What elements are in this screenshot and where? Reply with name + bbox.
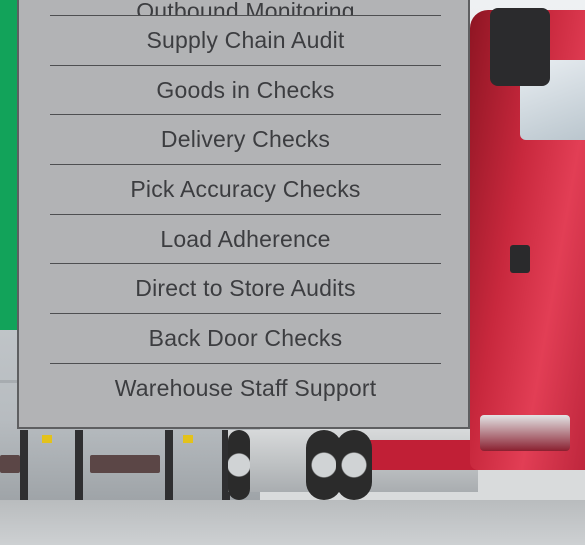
truck-wheel [228, 430, 250, 500]
door-handle [510, 245, 530, 273]
menu-list: Outbound Monitoring Supply Chain Audit G… [50, 0, 441, 413]
dock-sign [42, 435, 52, 443]
menu-item-label: Goods in Checks [156, 76, 335, 103]
trailer-red-panel [360, 440, 480, 470]
menu-item-label: Supply Chain Audit [146, 26, 345, 53]
dock-post [75, 430, 83, 500]
menu-item-warehouse-staff-support[interactable]: Warehouse Staff Support [50, 362, 441, 413]
dock-post [165, 430, 173, 500]
menu-item-outbound-monitoring[interactable]: Outbound Monitoring [50, 0, 441, 15]
menu-item-label: Pick Accuracy Checks [130, 175, 361, 202]
dock-sign [183, 435, 193, 443]
dock-post [20, 430, 28, 500]
menu-item-label: Direct to Store Audits [135, 275, 356, 302]
ground [0, 500, 585, 545]
truck-wheel [336, 430, 372, 500]
menu-item-load-adherence[interactable]: Load Adherence [50, 213, 441, 264]
menu-item-label: Warehouse Staff Support [114, 374, 377, 401]
menu-item-label: Back Door Checks [148, 324, 343, 351]
menu-item-supply-chain-audit[interactable]: Supply Chain Audit [50, 15, 441, 65]
truck-mirror [490, 8, 550, 86]
menu-item-back-door-checks[interactable]: Back Door Checks [50, 313, 441, 363]
menu-item-label: Delivery Checks [160, 126, 331, 153]
menu-item-delivery-checks[interactable]: Delivery Checks [50, 114, 441, 164]
truck-step [480, 415, 570, 451]
menu-item-label: Outbound Monitoring [136, 0, 355, 15]
menu-item-direct-to-store-audits[interactable]: Direct to Store Audits [50, 263, 441, 313]
loading-dock [0, 455, 20, 473]
menu-item-goods-in-checks[interactable]: Goods in Checks [50, 64, 441, 115]
services-dropdown-menu: Outbound Monitoring Supply Chain Audit G… [17, 0, 470, 429]
loading-dock [90, 455, 160, 473]
menu-item-pick-accuracy-checks[interactable]: Pick Accuracy Checks [50, 164, 441, 214]
menu-item-label: Load Adherence [160, 225, 331, 252]
